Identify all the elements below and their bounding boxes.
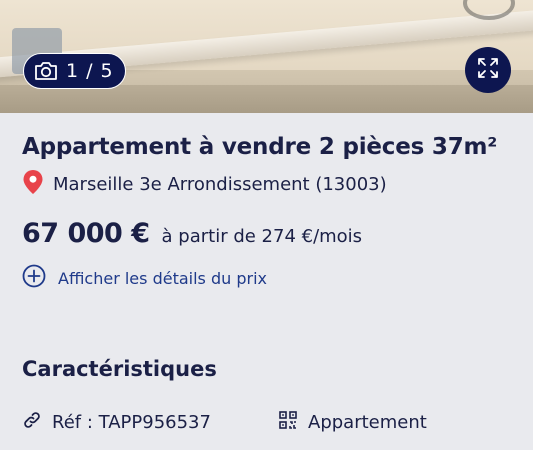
listing-location: Marseille 3e Arrondissement (13003) (22, 169, 387, 199)
photo-floor (0, 85, 533, 113)
characteristics-title: Caractéristiques (22, 357, 217, 381)
price-row: 67 000 € à partir de 274 €/mois (22, 218, 362, 249)
camera-icon (34, 61, 58, 81)
listing-price: 67 000 € (22, 218, 150, 249)
property-type-item: Appartement (278, 410, 427, 435)
reference-text: Réf : TAPP956537 (52, 412, 211, 433)
reference-item: Réf : TAPP956537 (22, 410, 211, 435)
property-type-text: Appartement (308, 412, 427, 433)
qr-code-icon (278, 410, 298, 435)
counter-total: 5 (100, 60, 113, 82)
counter-current: 1 (66, 60, 79, 82)
price-details-label: Afficher les détails du prix (58, 268, 267, 288)
location-text: Marseille 3e Arrondissement (13003) (53, 173, 387, 195)
monthly-payment: à partir de 274 €/mois (161, 226, 363, 247)
photo-counter[interactable]: 1 / 5 (23, 53, 126, 89)
counter-separator: / (86, 60, 93, 82)
map-pin-icon (22, 169, 44, 199)
plus-circle-icon (22, 264, 46, 292)
fullscreen-button[interactable] (465, 47, 511, 93)
listing-title: Appartement à vendre 2 pièces 37m² (22, 134, 498, 160)
expand-arrows-icon (476, 56, 500, 84)
price-details-link[interactable]: Afficher les détails du prix (22, 264, 267, 292)
link-icon (22, 410, 42, 435)
